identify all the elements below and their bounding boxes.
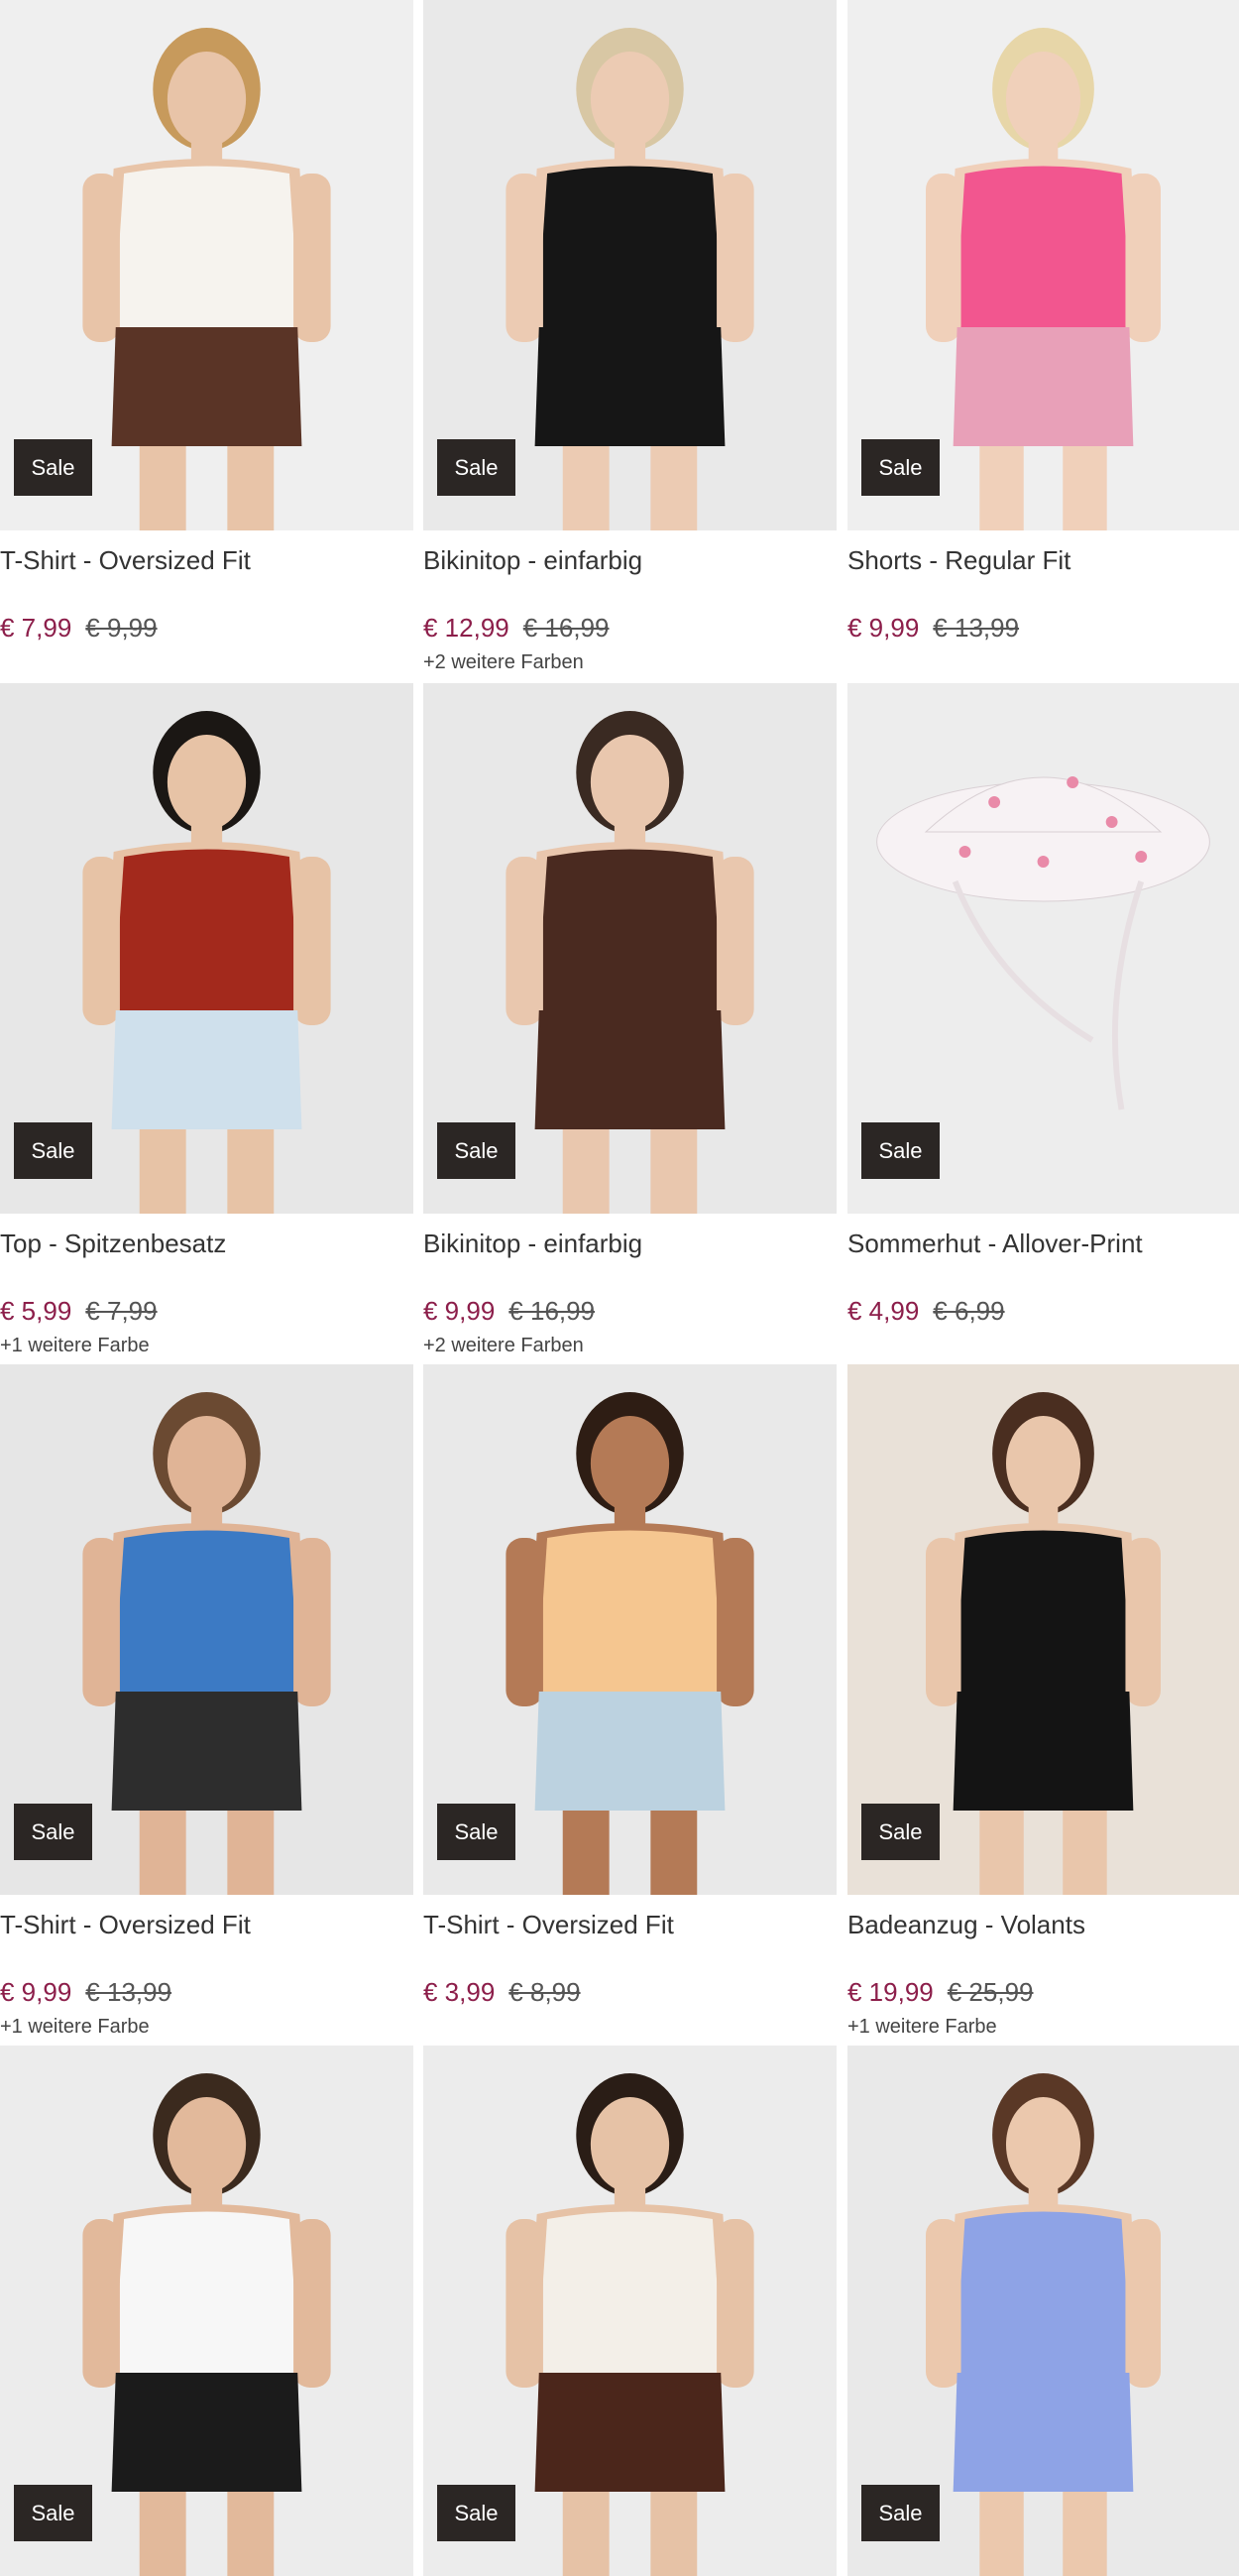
product-title[interactable]: Sommerhut - Allover-Print (847, 1224, 1239, 1263)
more-colors-link[interactable]: +1 weitere Farbe (847, 2012, 1239, 2042)
product-card[interactable]: Sale T-Shirt - Oversized Fit € 7,99 € 9,99 (0, 0, 413, 647)
product-image[interactable]: Sale (0, 2046, 413, 2576)
sale-badge: Sale (861, 439, 940, 496)
product-card[interactable]: Sale Bikinitop - einfarbig € 12,99 € 16,99 +… (423, 0, 837, 677)
product-image[interactable]: Sale (847, 2046, 1239, 2576)
sale-badge: Sale (437, 2485, 515, 2541)
original-price: € 9,99 (85, 613, 158, 643)
product-image[interactable]: Sale (423, 2046, 837, 2576)
original-price: € 7,99 (85, 1296, 158, 1326)
sale-badge: Sale (14, 1122, 92, 1179)
product-title[interactable]: Shorts - Regular Fit (847, 540, 1239, 580)
product-title[interactable]: T-Shirt - Oversized Fit (423, 1905, 837, 1944)
original-price: € 6,99 (933, 1296, 1005, 1326)
product-card[interactable]: Sale (847, 2046, 1239, 2576)
product-image[interactable]: Sale (847, 1364, 1239, 1895)
product-image[interactable]: Sale (847, 0, 1239, 530)
product-card[interactable]: Sale Shorts - Regular Fit € 9,99 € 13,99 (847, 0, 1239, 647)
price-row: € 7,99 € 9,99 (0, 608, 413, 647)
price-row: € 4,99 € 6,99 (847, 1291, 1239, 1331)
sale-badge: Sale (14, 439, 92, 496)
price-row: € 19,99 € 25,99 (847, 1972, 1239, 2012)
product-title[interactable]: Top - Spitzenbesatz (0, 1224, 413, 1263)
price-row: € 9,99 € 13,99 (0, 1972, 413, 2012)
original-price: € 25,99 (947, 1977, 1034, 2007)
sale-badge: Sale (437, 1804, 515, 1860)
sale-badge: Sale (14, 2485, 92, 2541)
price-row: € 5,99 € 7,99 (0, 1291, 413, 1331)
more-colors-link[interactable]: +2 weitere Farben (423, 647, 837, 677)
sale-badge: Sale (861, 1804, 940, 1860)
current-price: € 3,99 (423, 1977, 496, 2007)
product-image[interactable]: Sale (0, 0, 413, 530)
original-price: € 16,99 (522, 613, 610, 643)
product-card[interactable]: Sale Sommerhut - Allover-Print € 4,99 € 6,9… (847, 683, 1239, 1331)
product-card[interactable]: Sale Bikinitop - einfarbig € 9,99 € 16,99 +2… (423, 683, 837, 1360)
current-price: € 9,99 (0, 1977, 72, 2007)
product-card[interactable]: Sale (0, 2046, 413, 2576)
original-price: € 16,99 (508, 1296, 596, 1326)
original-price: € 8,99 (508, 1977, 581, 2007)
product-title[interactable]: Bikinitop - einfarbig (423, 1224, 837, 1263)
original-price: € 13,99 (85, 1977, 172, 2007)
current-price: € 4,99 (847, 1296, 920, 1326)
product-image[interactable]: Sale (0, 683, 413, 1214)
product-image[interactable]: Sale (423, 0, 837, 530)
more-colors-link[interactable]: +2 weitere Farben (423, 1331, 837, 1360)
more-colors-link[interactable]: +1 weitere Farbe (0, 1331, 413, 1360)
product-title[interactable]: T-Shirt - Oversized Fit (0, 1905, 413, 1944)
current-price: € 19,99 (847, 1977, 934, 2007)
product-title[interactable]: Bikinitop - einfarbig (423, 540, 837, 580)
sale-badge: Sale (14, 1804, 92, 1860)
original-price: € 13,99 (933, 613, 1020, 643)
product-image[interactable]: Sale (423, 683, 837, 1214)
current-price: € 5,99 (0, 1296, 72, 1326)
price-row: € 9,99 € 16,99 (423, 1291, 837, 1331)
product-card[interactable]: Sale Badeanzug - Volants € 19,99 € 25,99 +1 … (847, 1364, 1239, 2042)
price-row: € 12,99 € 16,99 (423, 608, 837, 647)
product-card[interactable]: Sale Top - Spitzenbesatz € 5,99 € 7,99 +1 we… (0, 683, 413, 1360)
current-price: € 9,99 (423, 1296, 496, 1326)
product-card[interactable]: Sale (423, 2046, 837, 2576)
product-image[interactable]: Sale (423, 1364, 837, 1895)
sale-badge: Sale (861, 1122, 940, 1179)
current-price: € 9,99 (847, 613, 920, 643)
product-title[interactable]: Badeanzug - Volants (847, 1905, 1239, 1944)
current-price: € 7,99 (0, 613, 72, 643)
product-image[interactable]: Sale (0, 1364, 413, 1895)
product-title[interactable]: T-Shirt - Oversized Fit (0, 540, 413, 580)
current-price: € 12,99 (423, 613, 509, 643)
product-image[interactable]: Sale (847, 683, 1239, 1214)
sale-badge: Sale (861, 2485, 940, 2541)
sale-badge: Sale (437, 439, 515, 496)
sale-badge: Sale (437, 1122, 515, 1179)
more-colors-link[interactable]: +1 weitere Farbe (0, 2012, 413, 2042)
price-row: € 3,99 € 8,99 (423, 1972, 837, 2012)
product-card[interactable]: Sale T-Shirt - Oversized Fit € 3,99 € 8,99 (423, 1364, 837, 2012)
price-row: € 9,99 € 13,99 (847, 608, 1239, 647)
product-card[interactable]: Sale T-Shirt - Oversized Fit € 9,99 € 13,99… (0, 1364, 413, 2042)
